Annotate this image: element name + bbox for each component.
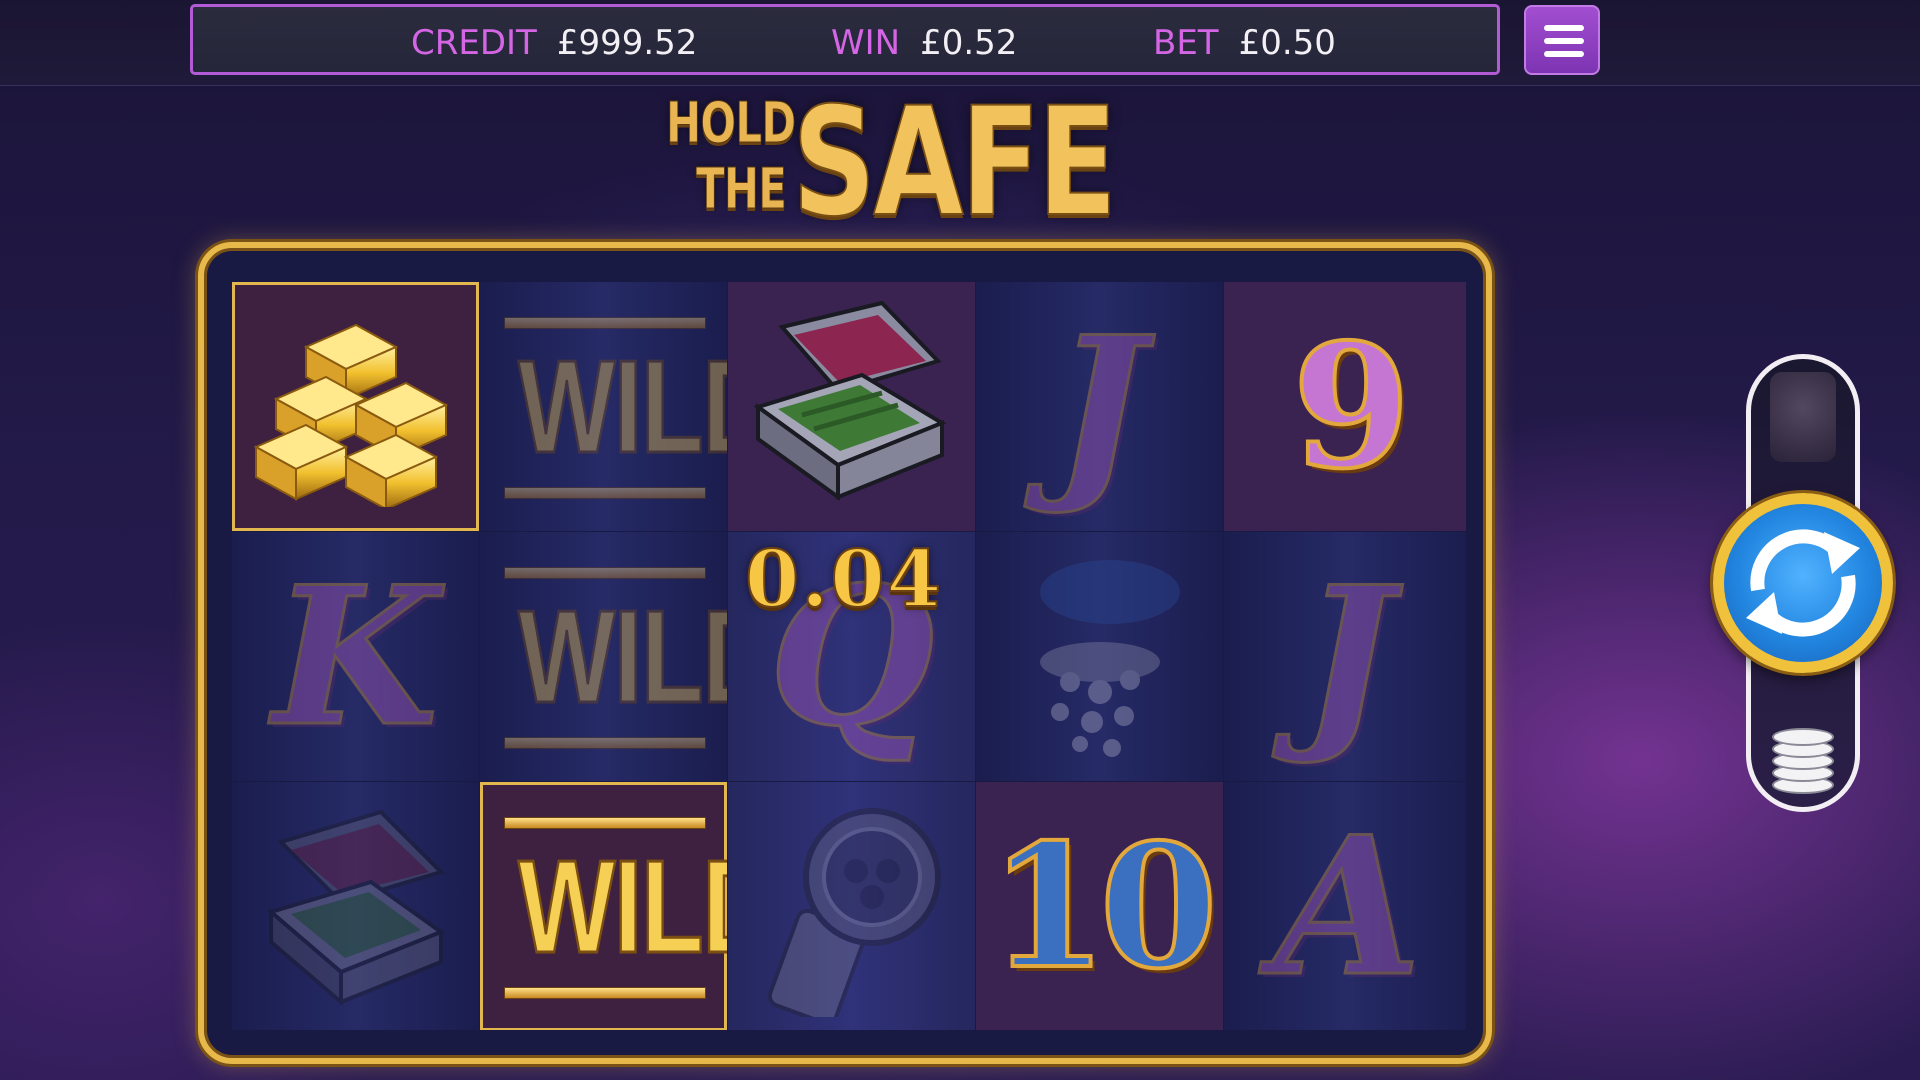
top-bar: CREDIT £999.52 WIN £0.52 BET £0.50 bbox=[0, 0, 1920, 86]
symbol-wild: WILD bbox=[494, 307, 727, 507]
symbol-wild: WILD bbox=[494, 557, 727, 757]
symbol-j: J bbox=[1301, 544, 1394, 768]
watch-icon bbox=[767, 807, 941, 1017]
reel-5-row-2: J bbox=[1224, 532, 1466, 781]
bet-value: £0.50 bbox=[1238, 23, 1336, 63]
bet-display: BET £0.50 bbox=[1153, 23, 1336, 63]
reel-1-row-3 bbox=[232, 782, 479, 1030]
symbol-wild: WILD bbox=[494, 807, 727, 1007]
reel-2-row-2: WILD bbox=[480, 532, 727, 781]
symbol-k: K bbox=[271, 544, 439, 768]
reel-3-row-3 bbox=[728, 782, 975, 1030]
credit-value: £999.52 bbox=[556, 23, 698, 63]
line-win-amount: 0.04 bbox=[744, 534, 943, 625]
reel-4-row-3: 10 bbox=[976, 782, 1223, 1030]
reel-4-row-1: J bbox=[976, 282, 1223, 531]
menu-button[interactable] bbox=[1524, 5, 1600, 75]
win-display: WIN £0.52 bbox=[831, 23, 1017, 63]
balance-panel: CREDIT £999.52 WIN £0.52 BET £0.50 bbox=[190, 4, 1500, 75]
reel-2-row-3: WILD bbox=[480, 782, 727, 1030]
reel-5-row-1: 9 bbox=[1224, 282, 1466, 531]
reel-frame: K WILD WILD bbox=[198, 242, 1492, 1064]
reel-2-row-1: WILD bbox=[480, 282, 727, 531]
diamonds-pouch-icon bbox=[1039, 559, 1180, 757]
win-label: WIN bbox=[831, 23, 901, 63]
game-logo: HOLD THE SAFE bbox=[666, 87, 1118, 239]
cash-briefcase-icon bbox=[266, 809, 445, 1006]
spin-button[interactable] bbox=[1713, 493, 1893, 673]
logo-hold: HOLD bbox=[666, 91, 797, 156]
reel-4-row-2 bbox=[976, 532, 1223, 781]
symbol-j: J bbox=[1053, 294, 1146, 518]
symbol-a: A bbox=[1272, 794, 1422, 1018]
spin-arrows-icon bbox=[1746, 529, 1860, 637]
cash-briefcase-icon bbox=[753, 300, 946, 501]
win-value: £0.52 bbox=[920, 23, 1018, 63]
credit-label: CREDIT bbox=[411, 23, 537, 63]
reel-3-row-1 bbox=[728, 282, 975, 531]
symbol-10: 10 bbox=[987, 806, 1220, 1007]
symbol-9: 9 bbox=[1290, 306, 1412, 507]
reel-grid: K WILD WILD bbox=[232, 282, 1466, 1030]
credit-display: CREDIT £999.52 bbox=[411, 23, 697, 63]
stake-button[interactable] bbox=[1772, 718, 1834, 794]
bet-label: BET bbox=[1153, 23, 1219, 63]
logo-safe: SAFE bbox=[791, 76, 1118, 250]
logo-the: THE bbox=[696, 157, 788, 222]
gold-bars-icon bbox=[253, 323, 448, 507]
reel-5-row-3: A bbox=[1224, 782, 1466, 1030]
autoplay-button[interactable] bbox=[1770, 372, 1836, 462]
reel-1-row-1 bbox=[232, 282, 479, 531]
reel-1-row-2: K bbox=[232, 532, 479, 781]
